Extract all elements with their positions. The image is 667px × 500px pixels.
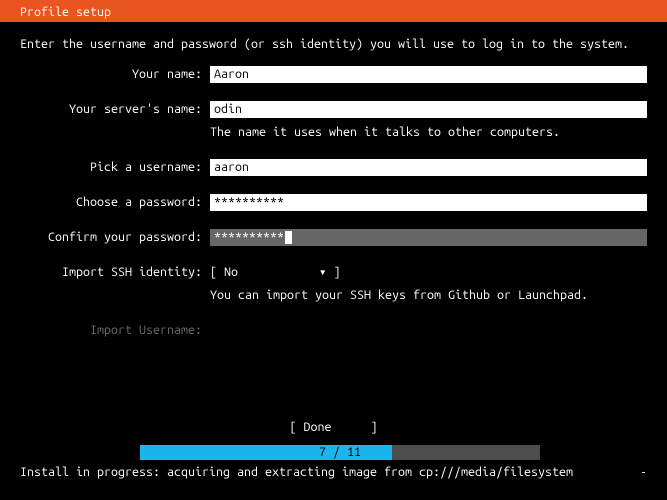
status-message: acquiring and extracting image from cp:/… (167, 465, 573, 479)
installer-screen: { "header": { "title": "Profile setup" }… (0, 0, 667, 500)
progress-bar: 7 / 11 (140, 445, 540, 460)
confirm-password-label: Confirm your password: (20, 229, 210, 246)
username-label: Pick a username: (20, 159, 210, 176)
server-name-input[interactable]: odin (210, 101, 647, 118)
progress-text: 7 / 11 (140, 445, 540, 460)
password-label: Choose a password: (20, 194, 210, 211)
your-name-input[interactable]: Aaron (210, 66, 647, 83)
import-username-label: Import Username: (20, 322, 210, 339)
status-line: Install in progress: acquiring and extra… (20, 465, 647, 480)
window-title-bar: Profile setup (0, 0, 667, 22)
server-name-hint: The name it uses when it talks to other … (210, 124, 647, 141)
your-name-label: Your name: (20, 66, 210, 83)
chevron-down-icon: ▾ (319, 264, 327, 281)
done-button[interactable]: [ Done ] (289, 420, 377, 434)
done-row: [ Done ] (0, 420, 667, 434)
page-title: Profile setup (20, 5, 111, 19)
password-input[interactable]: ********** (210, 194, 647, 211)
username-input[interactable]: aaron (210, 159, 647, 176)
status-prefix: Install in progress: (20, 465, 167, 479)
ssh-identity-label: Import SSH identity: (20, 264, 210, 281)
intro-text: Enter the username and password (or ssh … (20, 36, 647, 52)
confirm-password-input[interactable]: ********** (210, 229, 647, 246)
ssh-identity-hint: You can import your SSH keys from Github… (210, 287, 647, 304)
text-cursor (285, 231, 292, 244)
form-area: Enter the username and password (or ssh … (0, 22, 667, 339)
server-name-label: Your server's name: (20, 101, 210, 118)
spinner-icon: - (640, 465, 647, 480)
ssh-identity-dropdown[interactable]: [ No▾ ] (210, 264, 341, 281)
